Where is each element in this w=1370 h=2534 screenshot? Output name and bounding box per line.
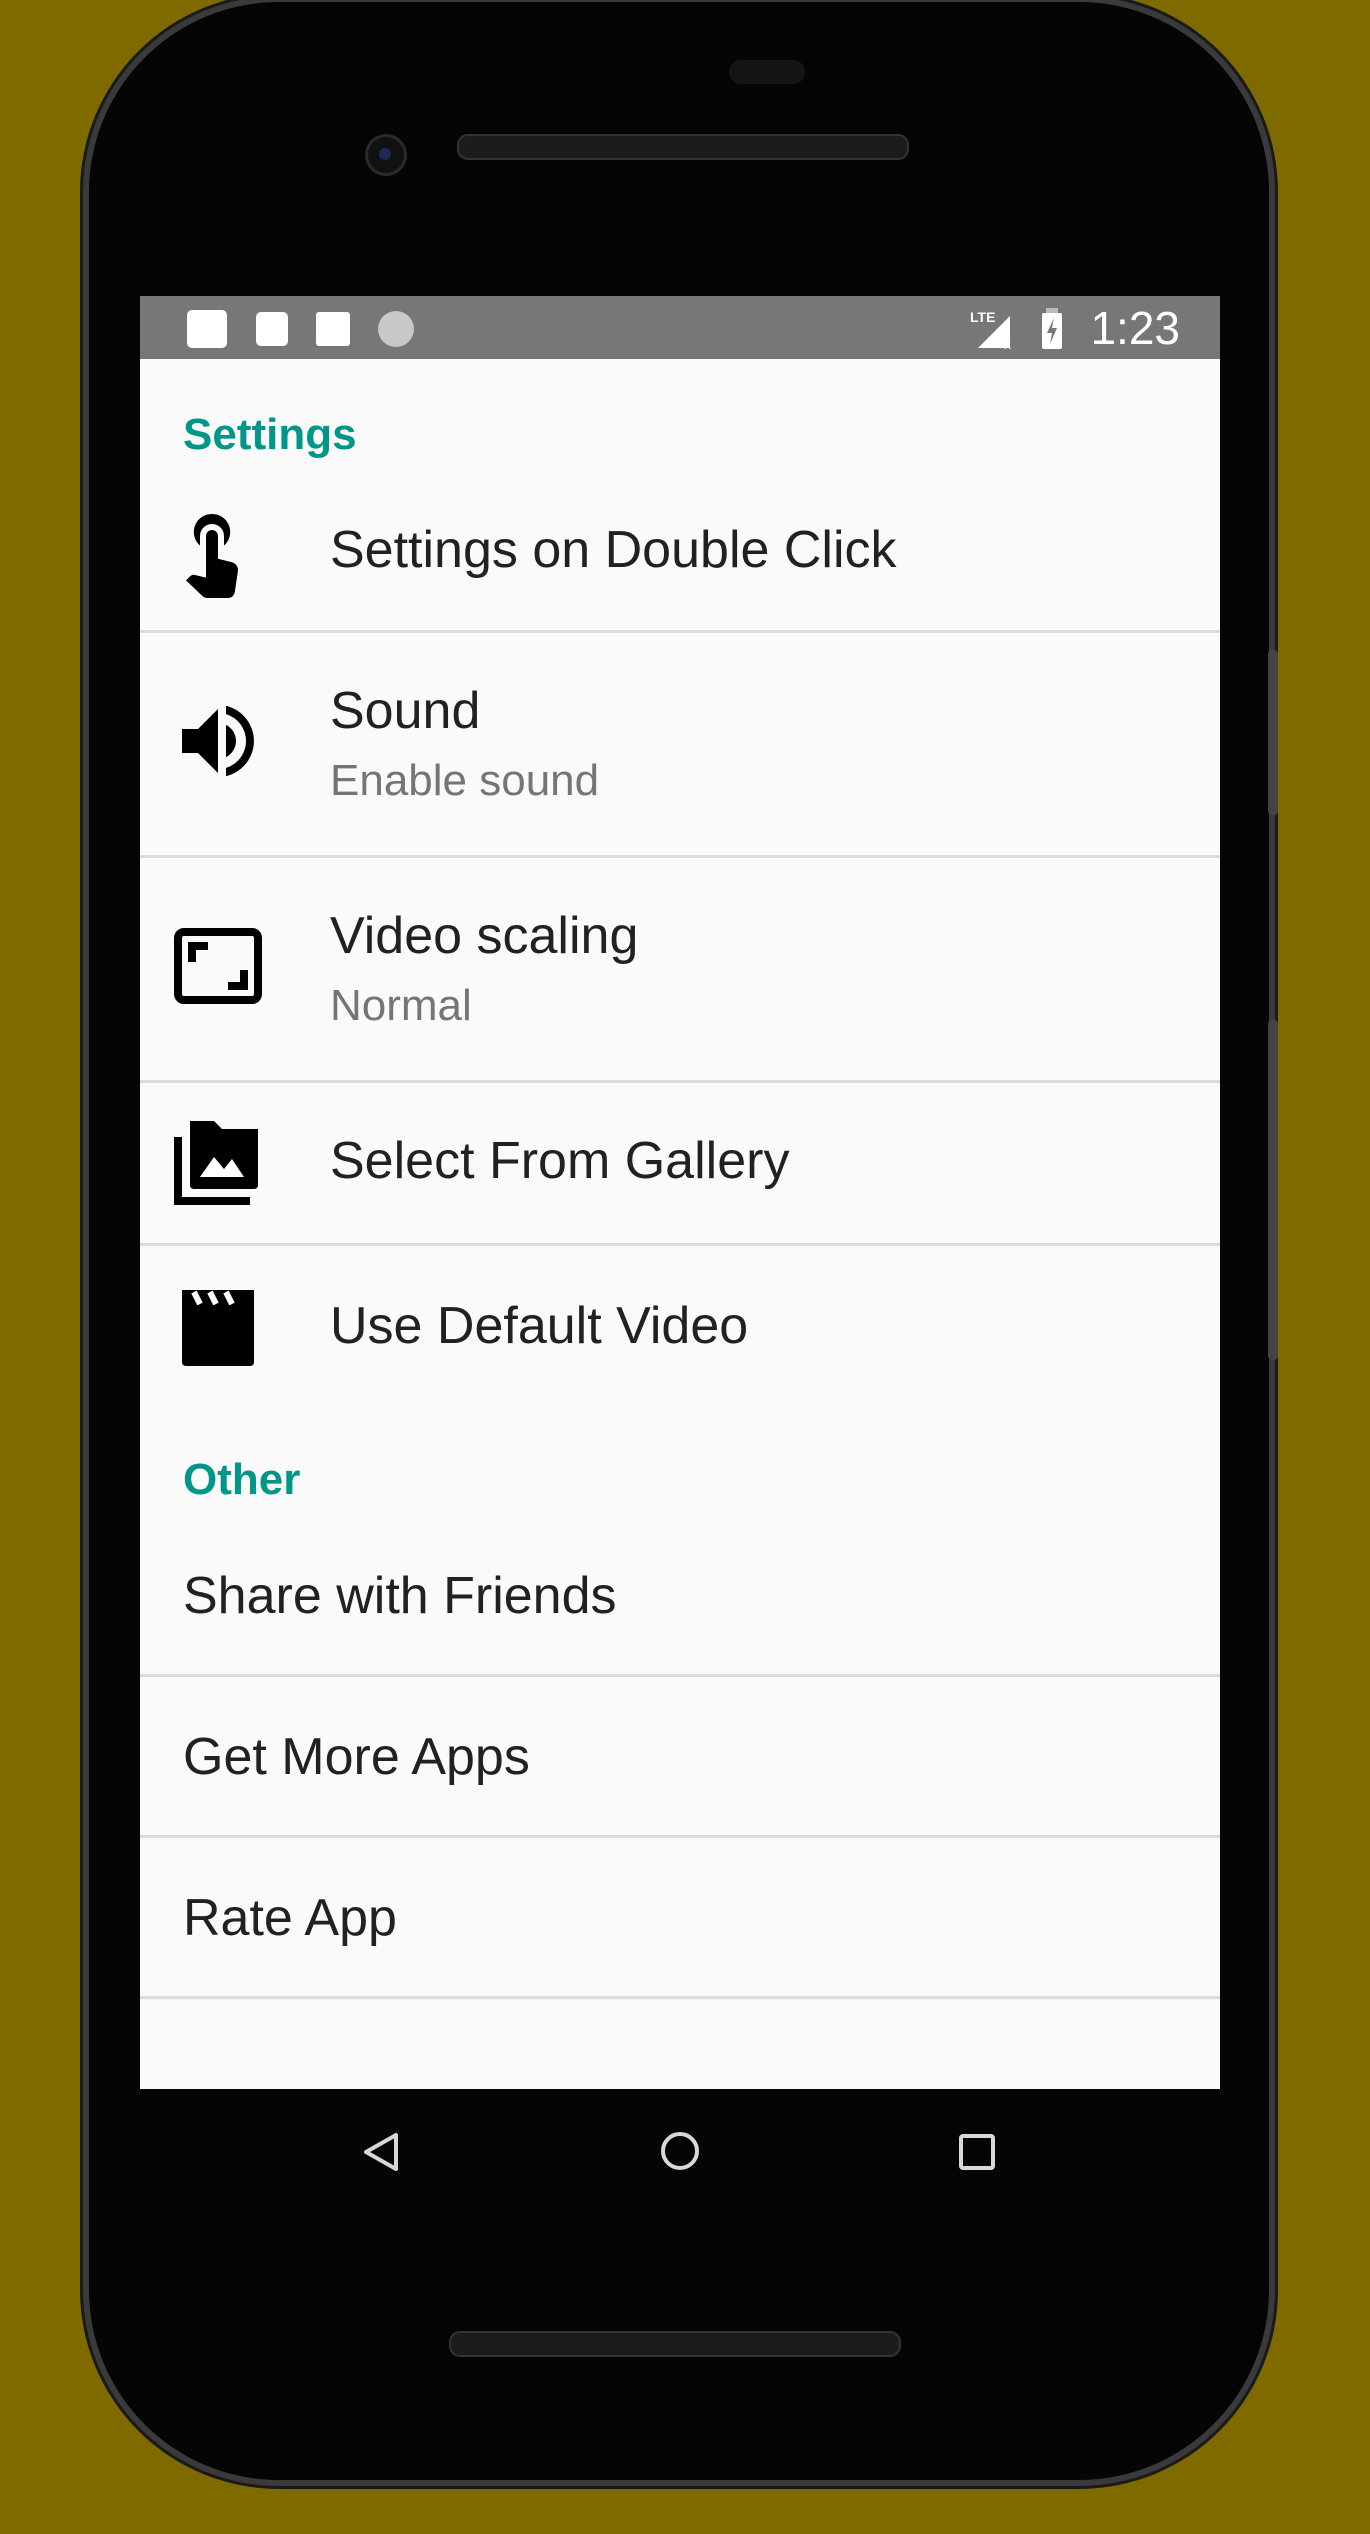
svg-text:x: x bbox=[1004, 336, 1011, 350]
pref-title: Use Default Video bbox=[330, 1297, 749, 1355]
pref-title: Sound bbox=[330, 682, 481, 740]
pref-rate-app[interactable]: Rate App bbox=[140, 1838, 1220, 1996]
category-other: Other bbox=[183, 1455, 301, 1504]
image-icon bbox=[316, 312, 350, 346]
signal-icon: LTE x bbox=[970, 309, 1011, 350]
divider bbox=[140, 1996, 1220, 1999]
battery-charging-icon bbox=[1042, 308, 1062, 349]
pref-video-scaling[interactable]: Video scaling Normal bbox=[140, 858, 1220, 1080]
status-bar: LTE x 1:23 bbox=[140, 296, 1220, 359]
sensor bbox=[729, 60, 805, 84]
pref-title: Video scaling bbox=[330, 907, 639, 965]
pref-select-from-gallery[interactable]: Select From Gallery bbox=[140, 1083, 1220, 1243]
pref-settings-on-double-click[interactable]: Settings on Double Click bbox=[140, 476, 1220, 632]
recents-icon[interactable] bbox=[958, 2133, 996, 2171]
sync-icon bbox=[378, 311, 414, 347]
back-icon[interactable] bbox=[360, 2129, 404, 2175]
bottom-speaker bbox=[449, 2331, 901, 2357]
pref-sound[interactable]: Sound Enable sound bbox=[140, 633, 1220, 855]
pref-summary: Enable sound bbox=[330, 756, 600, 805]
pref-share-with-friends[interactable]: Share with Friends bbox=[140, 1518, 1220, 1674]
pref-use-default-video[interactable]: Use Default Video bbox=[140, 1246, 1220, 1406]
volume-button bbox=[1268, 1020, 1278, 1360]
pref-title: Rate App bbox=[183, 1889, 397, 1947]
touch-icon bbox=[186, 513, 238, 598]
pref-title: Settings on Double Click bbox=[330, 521, 897, 579]
photo-library-icon bbox=[174, 1121, 258, 1205]
status-time: 1:23 bbox=[1090, 302, 1180, 354]
earpiece-speaker bbox=[457, 134, 909, 160]
home-icon[interactable] bbox=[658, 2129, 702, 2173]
screen: LTE x 1:23 Settings Settings on Double C… bbox=[140, 296, 1220, 2089]
aspect-ratio-icon bbox=[174, 928, 262, 1004]
pref-title: Get More Apps bbox=[183, 1728, 530, 1786]
volume-icon bbox=[182, 705, 254, 777]
category-settings: Settings bbox=[183, 410, 357, 459]
navigation-bar bbox=[140, 2089, 1220, 2219]
movie-icon bbox=[182, 1290, 254, 1366]
pref-title: Share with Friends bbox=[183, 1567, 617, 1625]
front-camera bbox=[365, 134, 407, 176]
notification-icon bbox=[256, 312, 288, 346]
pref-summary: Normal bbox=[330, 981, 472, 1030]
pref-title: Select From Gallery bbox=[330, 1132, 790, 1190]
power-button bbox=[1268, 650, 1278, 815]
svg-text:LTE: LTE bbox=[970, 309, 995, 325]
notification-icon bbox=[187, 310, 227, 348]
pref-get-more-apps[interactable]: Get More Apps bbox=[140, 1677, 1220, 1835]
